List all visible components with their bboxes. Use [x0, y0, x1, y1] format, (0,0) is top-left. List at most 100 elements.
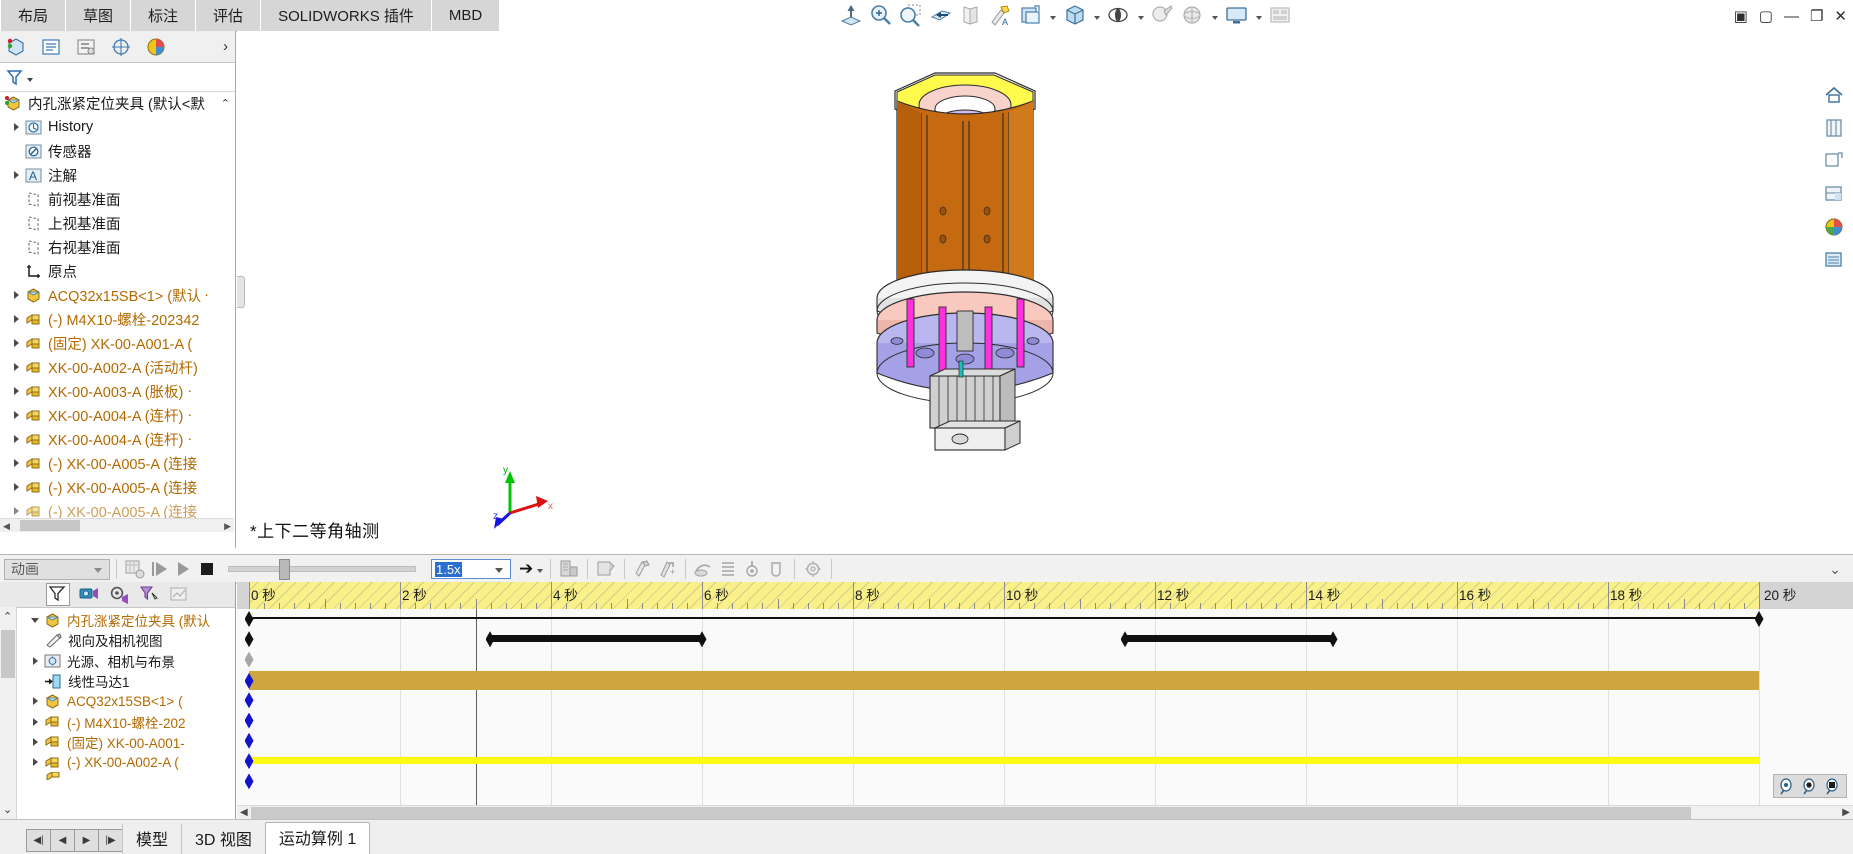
tree-item-m4x10-bolt[interactable]: (-) M4X10-螺栓-202342: [0, 307, 234, 331]
property-manager-icon[interactable]: [40, 36, 62, 58]
prev-tab-icon[interactable]: ◀: [50, 829, 75, 852]
damper-icon[interactable]: [740, 558, 764, 580]
tree-collapse-arrow[interactable]: [27, 617, 43, 623]
timeline-track-xk-00-a002-a[interactable]: [237, 752, 1853, 772]
timeline-track-linear-motor-1[interactable]: [237, 670, 1853, 691]
timeline-keyframe[interactable]: [244, 631, 254, 648]
timeline-ruler[interactable]: 0 秒 2 秒 4 秒 6 秒 8 秒 10 秒 12 秒 14 秒 16 秒 …: [237, 582, 1853, 609]
motion-tree-item-lights-cameras-scene[interactable]: 光源、相机与布景: [17, 651, 235, 671]
view-settings-icon[interactable]: [1224, 3, 1249, 28]
tree-expand-arrow[interactable]: [8, 387, 24, 395]
collapse-panel-chevron-icon[interactable]: ⌄: [1829, 561, 1841, 578]
tree-item-front-plane[interactable]: 前视基准面: [0, 187, 234, 211]
tree-expand-arrow[interactable]: [8, 171, 24, 179]
timeline-track-m4x10-bolt[interactable]: [237, 712, 1853, 732]
scroll-up-chevron-icon[interactable]: ⌃: [3, 610, 12, 623]
timeline-keyframe[interactable]: [244, 732, 254, 749]
play-icon[interactable]: [171, 558, 195, 580]
apply-scene-icon[interactable]: [1180, 3, 1205, 28]
motion-tree-item-acq32x15sb[interactable]: ACQ32x15SB<1> (: [17, 691, 235, 711]
timeline-track-xk-00-a001-a[interactable]: [237, 732, 1853, 752]
scroll-left-arrow-icon[interactable]: ◀: [3, 521, 10, 532]
tree-item-top-plane[interactable]: 上视基准面: [0, 211, 234, 235]
motion-study-tree[interactable]: 内孔涨紧定位夹具 (默认 视向及相机视图 光源、相机与布景 线性马达1 ACQ3…: [17, 608, 235, 781]
tree-item-xk-00-a005-a-1[interactable]: (-) XK-00-A005-A (连接: [0, 451, 234, 475]
tree-item-xk-00-a002-a[interactable]: XK-00-A002-A (活动杆): [0, 355, 234, 379]
tree-expand-arrow[interactable]: [8, 435, 24, 443]
motion-tree-item-partial[interactable]: [17, 772, 235, 781]
view-orientation-icon[interactable]: [1822, 149, 1846, 173]
motion-tree-item-m4x10-bolt[interactable]: (-) M4X10-螺栓-202: [17, 711, 235, 731]
hide-show-items-icon[interactable]: [1106, 3, 1131, 28]
filter-all-icon[interactable]: [45, 583, 70, 606]
draft-analysis-icon[interactable]: [958, 3, 983, 28]
display-style-icon[interactable]: [1062, 3, 1087, 28]
first-tab-icon[interactable]: ◀|: [26, 829, 51, 852]
timeline-tracks[interactable]: [237, 609, 1853, 806]
tree-item-history[interactable]: History: [0, 115, 234, 139]
timeline-keyframe[interactable]: [244, 712, 254, 729]
motion-tree-item-linear-motor-1[interactable]: 线性马达1: [17, 671, 235, 691]
feature-manager-tree-icon[interactable]: [5, 36, 27, 58]
tree-expand-arrow[interactable]: [8, 123, 24, 131]
motion-tree-item-xk-00-a001-a[interactable]: (固定) XK-00-A001-: [17, 732, 235, 752]
pin-window-button[interactable]: ▣: [1734, 9, 1748, 24]
chevron-down-icon[interactable]: [1136, 5, 1145, 27]
calculate-icon[interactable]: [123, 558, 147, 580]
zoom-to-fit-timeline-icon[interactable]: [1823, 777, 1843, 795]
zoom-out-timeline-icon[interactable]: [1800, 777, 1820, 795]
scroll-left-arrow-icon[interactable]: ◀: [240, 807, 248, 818]
motion-study-properties-icon[interactable]: [801, 558, 825, 580]
home-view-icon[interactable]: [1822, 83, 1846, 107]
edit-appearance-icon[interactable]: [1150, 3, 1175, 28]
scroll-down-chevron-icon[interactable]: ⌄: [3, 803, 12, 816]
chevron-down-icon[interactable]: [535, 558, 544, 580]
feature-manager-filter-bar[interactable]: [0, 63, 235, 92]
scrollbar-thumb[interactable]: [20, 520, 80, 531]
tree-expand-arrow[interactable]: [8, 363, 24, 371]
playback-speed-input[interactable]: 1.5x: [431, 559, 511, 579]
motion-study-type-select[interactable]: 动画: [4, 558, 110, 580]
tree-item-right-plane[interactable]: 右视基准面: [0, 235, 234, 259]
timeline-keyframe[interactable]: [244, 692, 254, 709]
timeline-keyframe[interactable]: [244, 773, 254, 790]
play-from-start-icon[interactable]: [147, 558, 171, 580]
scroll-right-arrow-icon[interactable]: ▶: [224, 521, 231, 532]
close-button[interactable]: ✕: [1834, 9, 1847, 24]
scroll-right-arrow-icon[interactable]: ▶: [1842, 807, 1850, 818]
tree-expand-arrow[interactable]: [8, 315, 24, 323]
scrollbar-thumb[interactable]: [251, 807, 1691, 819]
timeline-keyframe[interactable]: [1120, 631, 1130, 648]
timeline-track-lights-cameras-scene[interactable]: [237, 651, 1853, 671]
graphics-area[interactable]: y x z *上下二等角轴测: [237, 31, 1853, 548]
feature-manager-more-button[interactable]: ›: [223, 38, 228, 55]
timeline-bar[interactable]: [1125, 635, 1333, 643]
tree-expand-arrow[interactable]: [27, 717, 43, 726]
tile-windows-icon[interactable]: [1268, 3, 1293, 28]
tree-item-xk-00-a001-a[interactable]: (固定) XK-00-A001-A (: [0, 331, 234, 355]
motion-tree-item-xk-00-a002-a[interactable]: (-) XK-00-A002-A (: [17, 752, 235, 772]
force-icon[interactable]: [764, 558, 788, 580]
timeline-horizontal-scrollbar[interactable]: ◀ ▶: [237, 805, 1853, 820]
configuration-manager-icon[interactable]: [75, 36, 97, 58]
chevron-down-icon[interactable]: [27, 78, 33, 82]
tree-item-origin[interactable]: 原点: [0, 259, 234, 283]
tree-expand-arrow[interactable]: [27, 697, 43, 706]
next-tab-icon[interactable]: ▶: [74, 829, 99, 852]
animation-wizard-icon[interactable]: [594, 558, 618, 580]
playback-speed-slider[interactable]: [228, 559, 416, 580]
tree-item-annotations[interactable]: A 注解: [0, 163, 234, 187]
zoom-in-timeline-icon[interactable]: [1777, 777, 1797, 795]
timeline-keyframe[interactable]: [697, 631, 707, 648]
motor-icon[interactable]: [631, 558, 655, 580]
display-style-icon[interactable]: [1822, 182, 1846, 206]
ribbon-tab-layout[interactable]: 布局: [0, 0, 67, 31]
tree-expand-arrow[interactable]: [8, 291, 24, 299]
filter-results-icon[interactable]: [168, 584, 190, 605]
timeline-bar[interactable]: [490, 635, 700, 643]
model-display-icon[interactable]: [1822, 116, 1846, 140]
gravity-icon[interactable]: [716, 558, 740, 580]
tree-item-acq32x15sb[interactable]: ACQ32x15SB<1> (默认 ·: [0, 283, 234, 307]
zoom-area-icon[interactable]: [868, 3, 893, 28]
dimxpert-manager-icon[interactable]: [110, 36, 132, 58]
